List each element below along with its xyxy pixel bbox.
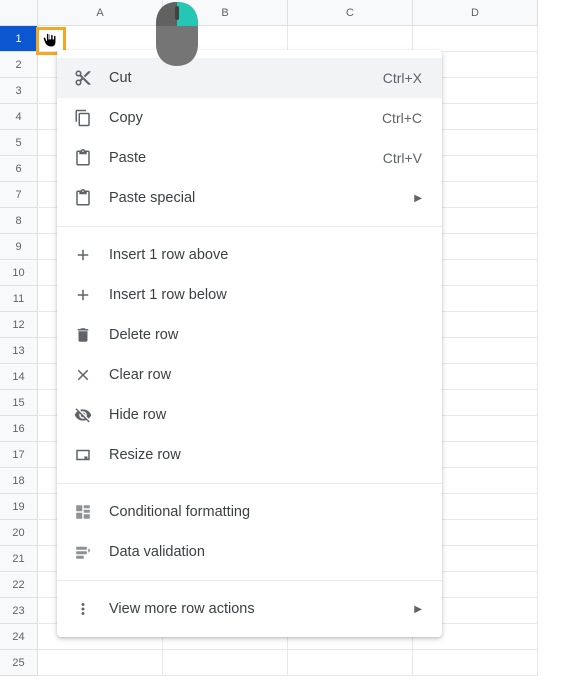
row-context-menu: Cut Ctrl+X Copy Ctrl+C Paste Ctrl+V Past… xyxy=(57,50,442,637)
menu-divider xyxy=(57,483,442,484)
menu-label: Hide row xyxy=(109,407,422,423)
menu-divider xyxy=(57,580,442,581)
row-header[interactable]: 23 xyxy=(0,598,38,624)
menu-item-more-actions[interactable]: View more row actions ▶ xyxy=(57,589,442,629)
menu-item-cut[interactable]: Cut Ctrl+X xyxy=(57,58,442,98)
plus-icon xyxy=(73,245,93,265)
menu-item-paste-special[interactable]: Paste special ▶ xyxy=(57,178,442,218)
paste-icon xyxy=(73,148,93,168)
data-validation-icon xyxy=(73,542,93,562)
row-header[interactable]: 7 xyxy=(0,182,38,208)
row-header[interactable]: 18 xyxy=(0,468,38,494)
submenu-arrow-icon: ▶ xyxy=(414,193,422,204)
menu-label: Data validation xyxy=(109,544,422,560)
row-header[interactable]: 17 xyxy=(0,442,38,468)
paste-special-icon xyxy=(73,188,93,208)
trash-icon xyxy=(73,325,93,345)
row-header[interactable]: 16 xyxy=(0,416,38,442)
row-header[interactable]: 24 xyxy=(0,624,38,650)
row-header[interactable]: 8 xyxy=(0,208,38,234)
row-header[interactable]: 15 xyxy=(0,390,38,416)
row-header[interactable]: 20 xyxy=(0,520,38,546)
row-header[interactable]: 22 xyxy=(0,572,38,598)
menu-label: Resize row xyxy=(109,447,422,463)
menu-shortcut: Ctrl+C xyxy=(382,110,422,126)
row-header[interactable]: 3 xyxy=(0,78,38,104)
row-header[interactable]: 13 xyxy=(0,338,38,364)
cell[interactable] xyxy=(413,26,538,52)
cell[interactable] xyxy=(413,650,538,676)
menu-label: Copy xyxy=(109,110,382,126)
menu-label: Insert 1 row below xyxy=(109,287,422,303)
menu-item-delete-row[interactable]: Delete row xyxy=(57,315,442,355)
row-header[interactable]: 1 xyxy=(0,26,38,52)
menu-item-clear-row[interactable]: Clear row xyxy=(57,355,442,395)
menu-label: Paste special xyxy=(109,190,414,206)
row-header[interactable]: 5 xyxy=(0,130,38,156)
menu-label: Delete row xyxy=(109,327,422,343)
row-header[interactable]: 4 xyxy=(0,104,38,130)
cell[interactable] xyxy=(163,650,288,676)
menu-item-insert-above[interactable]: Insert 1 row above xyxy=(57,235,442,275)
menu-item-hide-row[interactable]: Hide row xyxy=(57,395,442,435)
menu-label: Insert 1 row above xyxy=(109,247,422,263)
row-header[interactable]: 2 xyxy=(0,52,38,78)
menu-label: Paste xyxy=(109,150,383,166)
row-header[interactable]: 19 xyxy=(0,494,38,520)
menu-item-data-validation[interactable]: Data validation xyxy=(57,532,442,572)
menu-divider xyxy=(57,226,442,227)
mouse-right-click-icon xyxy=(152,0,202,68)
hide-icon xyxy=(73,405,93,425)
menu-label: Conditional formatting xyxy=(109,504,422,520)
row-header[interactable]: 12 xyxy=(0,312,38,338)
menu-shortcut: Ctrl+V xyxy=(383,150,422,166)
row-header[interactable]: 11 xyxy=(0,286,38,312)
clear-icon xyxy=(73,365,93,385)
menu-label: View more row actions xyxy=(109,601,414,617)
more-icon xyxy=(73,599,93,619)
cell[interactable] xyxy=(38,650,163,676)
cell[interactable] xyxy=(288,26,413,52)
cell[interactable] xyxy=(288,650,413,676)
menu-item-copy[interactable]: Copy Ctrl+C xyxy=(57,98,442,138)
column-header[interactable]: C xyxy=(288,0,413,26)
menu-item-resize-row[interactable]: Resize row xyxy=(57,435,442,475)
column-header[interactable]: D xyxy=(413,0,538,26)
copy-icon xyxy=(73,108,93,128)
conditional-format-icon xyxy=(73,502,93,522)
menu-item-insert-below[interactable]: Insert 1 row below xyxy=(57,275,442,315)
row-header[interactable]: 25 xyxy=(0,650,38,676)
menu-label: Clear row xyxy=(109,367,422,383)
row-header[interactable]: 10 xyxy=(0,260,38,286)
menu-label: Cut xyxy=(109,70,383,86)
row-header[interactable]: 9 xyxy=(0,234,38,260)
menu-shortcut: Ctrl+X xyxy=(383,70,422,86)
cut-icon xyxy=(73,68,93,88)
menu-item-paste[interactable]: Paste Ctrl+V xyxy=(57,138,442,178)
cell[interactable] xyxy=(38,26,163,52)
select-all-corner[interactable] xyxy=(0,0,38,26)
resize-icon xyxy=(73,445,93,465)
submenu-arrow-icon: ▶ xyxy=(414,604,422,615)
column-header[interactable]: A xyxy=(38,0,163,26)
row-header[interactable]: 14 xyxy=(0,364,38,390)
row-header[interactable]: 21 xyxy=(0,546,38,572)
menu-item-conditional-formatting[interactable]: Conditional formatting xyxy=(57,492,442,532)
plus-icon xyxy=(73,285,93,305)
row-header[interactable]: 6 xyxy=(0,156,38,182)
